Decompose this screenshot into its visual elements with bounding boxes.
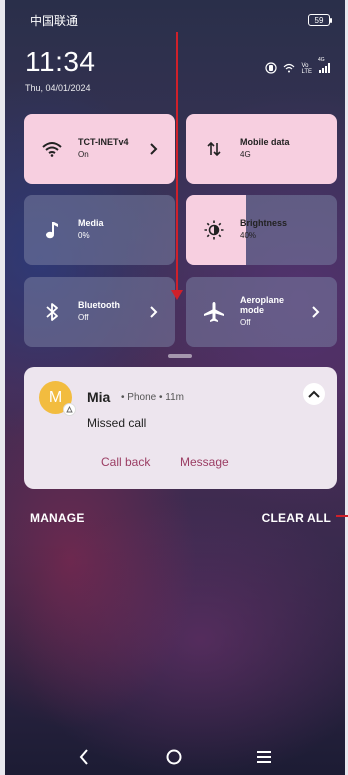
- tile-brightness-status: 40%: [240, 231, 257, 241]
- tile-mobile-data-title: Mobile data: [240, 137, 290, 148]
- battery-level: 59: [314, 15, 324, 25]
- tile-aeroplane-title-2: mode: [240, 305, 265, 316]
- tile-media-status: 0%: [78, 231, 90, 241]
- notification-meta: • Phone • 11m: [121, 392, 184, 403]
- home-icon: [166, 749, 182, 764]
- tile-aeroplane-status: Off: [240, 317, 251, 327]
- signal-icon: 4G: [318, 57, 330, 75]
- tile-bluetooth[interactable]: Bluetooth Off: [24, 277, 175, 347]
- tile-mobile-data[interactable]: Mobile data 4G: [186, 114, 337, 184]
- date: Thu, 04/01/2024: [25, 83, 91, 93]
- message-button[interactable]: Message: [180, 455, 229, 469]
- recents-button[interactable]: [254, 747, 274, 767]
- annotation-pointer: [336, 515, 348, 517]
- notification-card[interactable]: M Mia • Phone • 11m Missed call Call bac…: [24, 367, 337, 489]
- annotation-arrow-head: [171, 290, 183, 300]
- chevron-right-icon[interactable]: [147, 143, 161, 155]
- chevron-right-icon[interactable]: [309, 306, 323, 318]
- tile-wifi-title: TCT-INETv4: [78, 137, 129, 148]
- back-icon: [79, 748, 88, 765]
- manage-button[interactable]: MANAGE: [30, 511, 85, 525]
- data-transfer-icon: [200, 141, 228, 157]
- collapse-button[interactable]: [303, 383, 325, 405]
- bluetooth-icon: [38, 302, 66, 322]
- annotation-arrow-line: [176, 32, 178, 294]
- tile-bluetooth-title: Bluetooth: [78, 300, 120, 311]
- system-icons: Vo LTE 4G: [265, 57, 330, 76]
- chevron-right-icon[interactable]: [147, 306, 161, 318]
- chevron-up-icon: [308, 390, 320, 398]
- tile-brightness-title: Brightness: [240, 218, 288, 229]
- volte-label: Vo LTE: [301, 63, 312, 75]
- battery-icon: 59: [308, 14, 332, 26]
- phone-app-badge-icon: [63, 403, 76, 416]
- vibrate-icon: [265, 62, 278, 76]
- tile-mobile-data-status: 4G: [240, 150, 251, 160]
- navigation-bar: [0, 738, 348, 775]
- clear-all-button[interactable]: CLEAR ALL: [262, 511, 331, 525]
- clock: 11:34: [25, 46, 96, 77]
- carrier-label: 中国联通: [30, 13, 79, 28]
- tile-media-title: Media: [78, 218, 104, 229]
- tile-wifi[interactable]: TCT-INETv4 On: [24, 114, 175, 184]
- brightness-icon: [200, 220, 228, 240]
- tile-bluetooth-status: Off: [78, 313, 89, 323]
- call-back-button[interactable]: Call back: [101, 455, 150, 469]
- menu-icon: [257, 750, 271, 763]
- volte-bottom: LTE: [301, 69, 312, 75]
- home-button[interactable]: [164, 747, 184, 767]
- tile-brightness[interactable]: Brightness 40%: [186, 195, 337, 265]
- notification-body: Missed call: [87, 416, 147, 430]
- music-note-icon: [38, 221, 66, 239]
- network-type: 4G: [318, 57, 325, 63]
- status-bar: 中国联通 59: [30, 12, 332, 28]
- tile-aeroplane-mode[interactable]: Aeroplane mode Off: [186, 277, 337, 347]
- tile-wifi-status: On: [78, 150, 89, 160]
- wifi-status-icon: [283, 63, 295, 75]
- wifi-icon: [38, 141, 66, 157]
- back-button[interactable]: [74, 747, 94, 767]
- airplane-icon: [200, 301, 228, 323]
- drag-handle[interactable]: [168, 354, 192, 358]
- tile-media[interactable]: Media 0%: [24, 195, 175, 265]
- notification-sender: Mia: [87, 389, 111, 405]
